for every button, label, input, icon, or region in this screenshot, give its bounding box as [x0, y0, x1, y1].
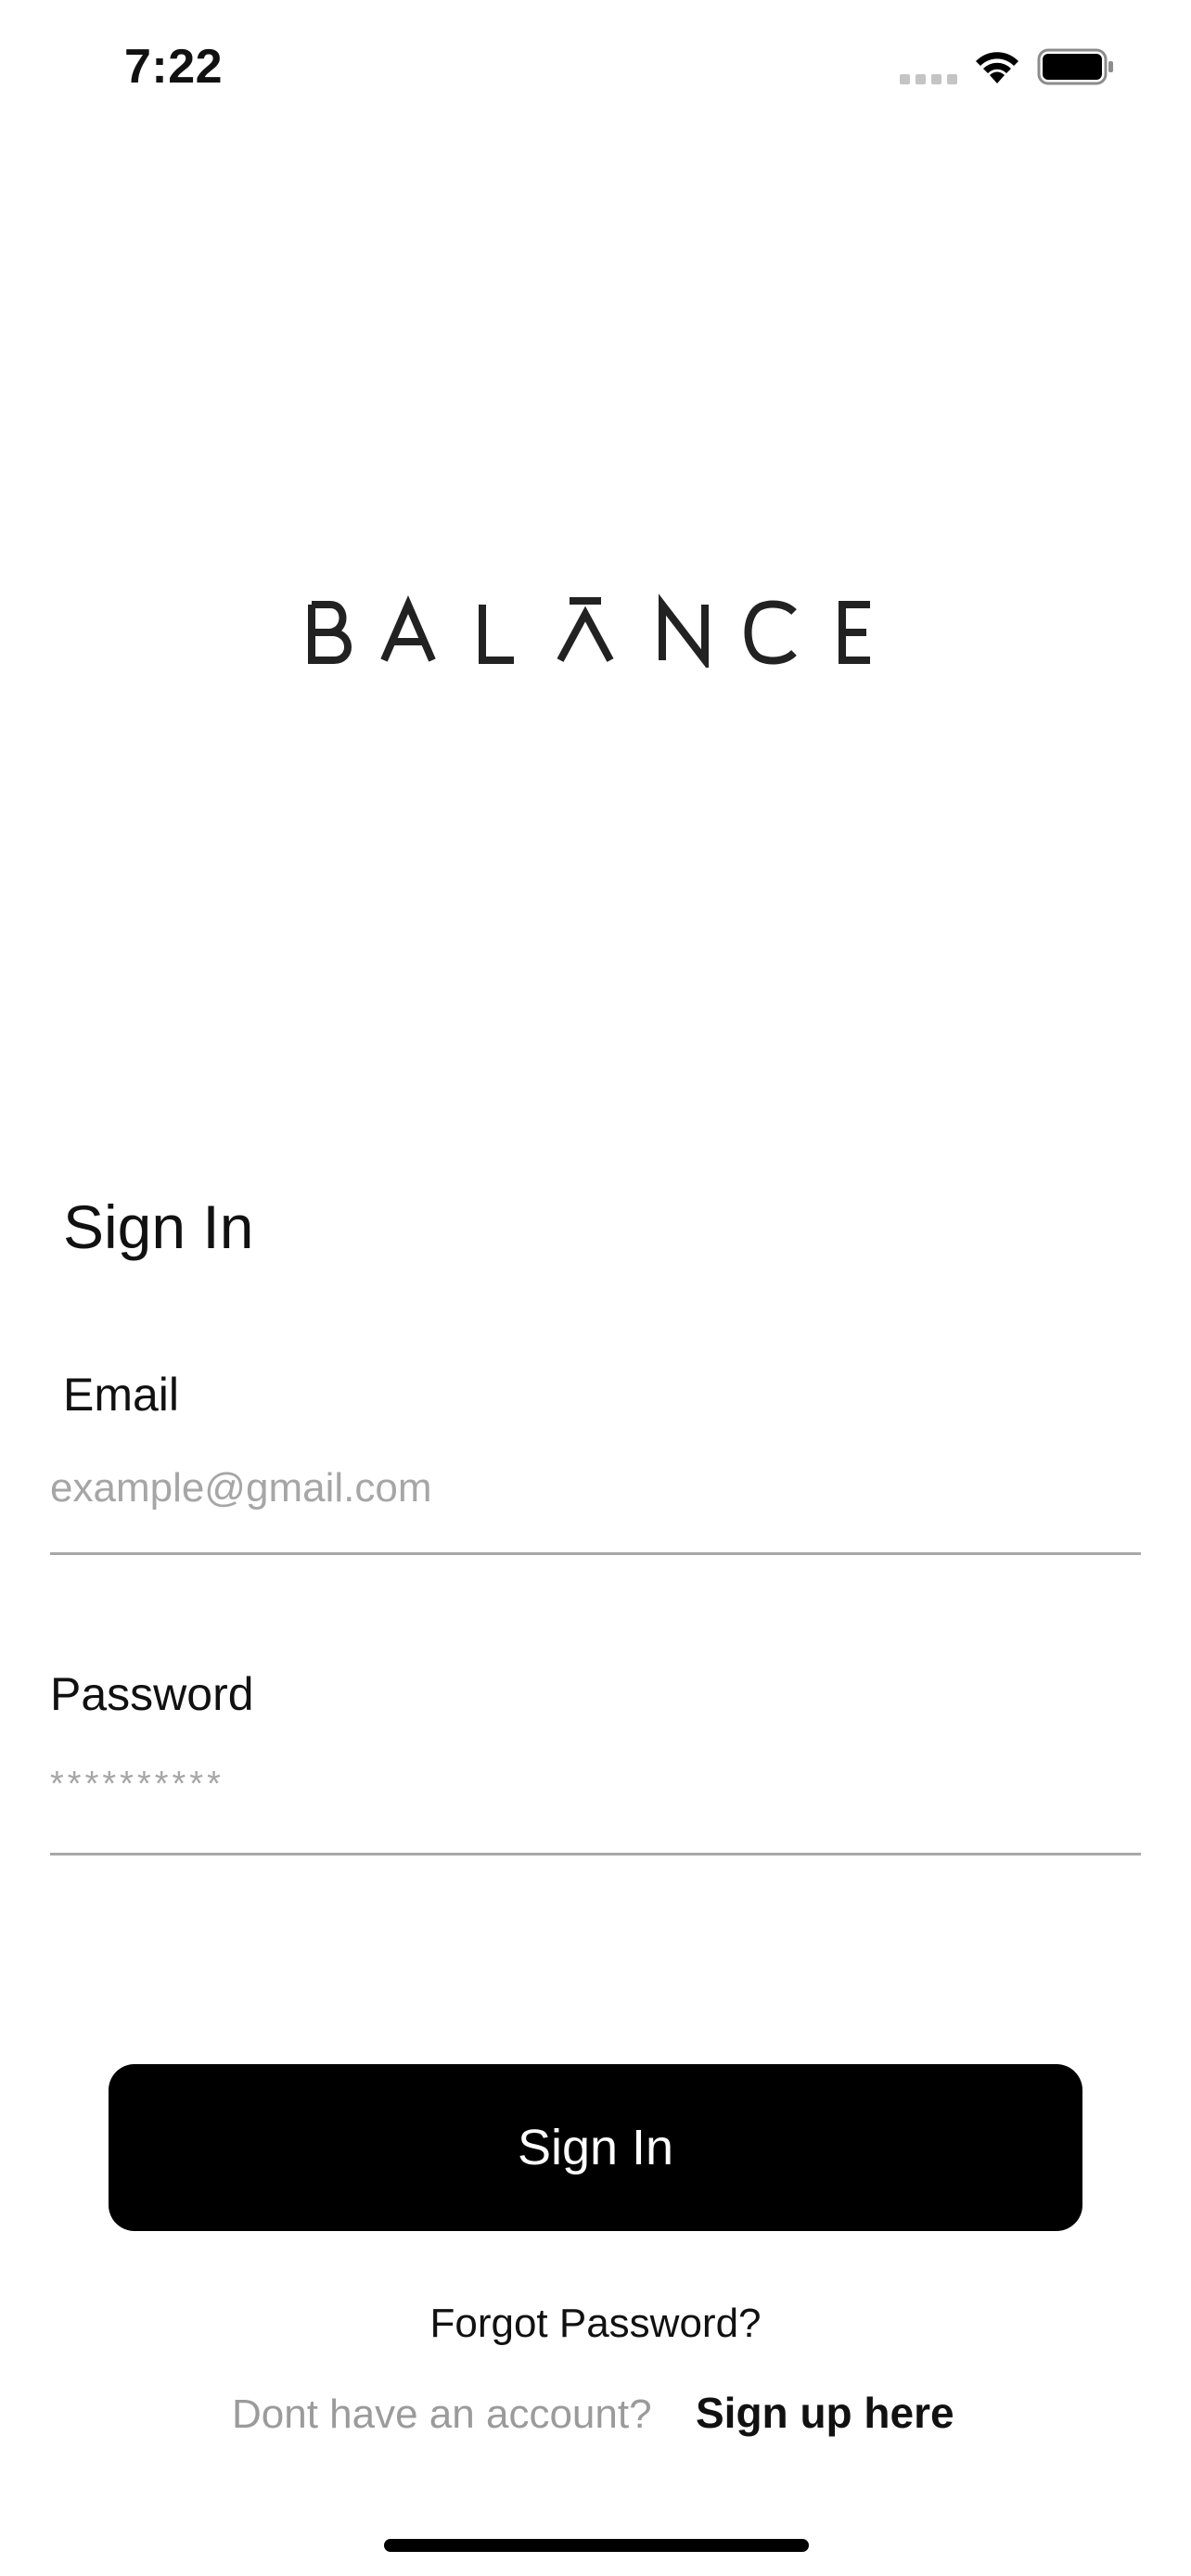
cellular-signal-icon [900, 74, 957, 84]
password-field[interactable] [50, 1745, 1141, 1823]
page-title: Sign In [63, 1192, 254, 1261]
no-account-text: Dont have an account? [232, 2391, 652, 2437]
forgot-password-link[interactable]: Forgot Password? [0, 2298, 1191, 2350]
home-indicator[interactable] [384, 2539, 809, 2552]
password-underline [50, 1853, 1141, 1855]
status-time: 7:22 [124, 40, 224, 94]
password-label: Password [50, 1668, 254, 1720]
sign-up-link[interactable]: Sign up here [696, 2387, 954, 2439]
email-label: Email [63, 1369, 180, 1421]
balance-logo [308, 593, 870, 668]
sign-in-button-label: Sign In [517, 2120, 674, 2175]
email-field[interactable] [50, 1449, 1141, 1527]
battery-icon [1037, 48, 1113, 85]
wifi-icon [976, 52, 1018, 83]
sign-in-button[interactable]: Sign In [109, 2064, 1082, 2231]
email-underline [50, 1552, 1141, 1555]
